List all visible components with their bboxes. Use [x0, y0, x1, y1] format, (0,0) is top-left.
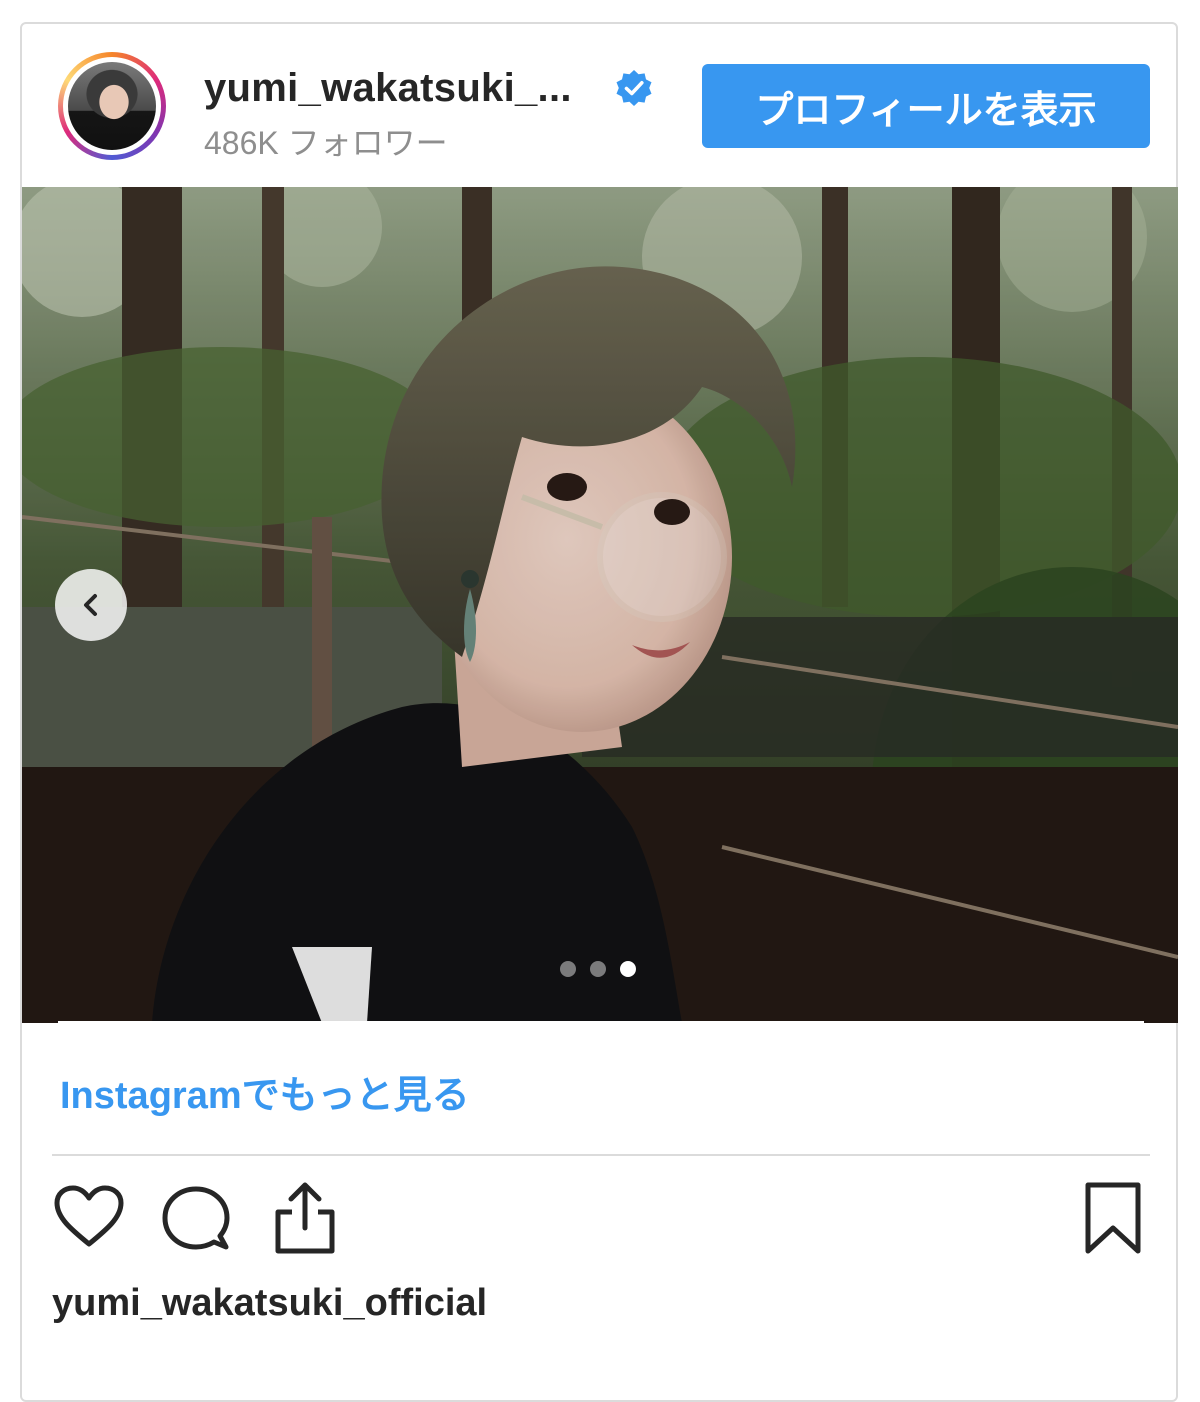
instagram-embed-card: yumi_wakatsuki_... 486K フォロワー プロフィールを表示 — [20, 22, 1178, 1402]
carousel-dot — [590, 961, 606, 977]
verified-badge-icon — [616, 70, 652, 106]
header-username[interactable]: yumi_wakatsuki_... — [204, 66, 572, 111]
carousel-dot — [560, 961, 576, 977]
post-photo[interactable] — [22, 187, 1178, 1023]
photo-forest-portrait — [22, 187, 1178, 1023]
carousel-indicator — [560, 961, 636, 977]
comment-icon[interactable] — [160, 1184, 232, 1254]
photo-divider — [58, 1021, 1144, 1024]
chevron-left-icon — [84, 594, 97, 616]
carousel-prev-button[interactable] — [55, 569, 127, 641]
view-profile-button[interactable]: プロフィールを表示 — [702, 64, 1150, 148]
carousel-dot-active — [620, 961, 636, 977]
bookmark-icon[interactable] — [1082, 1180, 1144, 1256]
avatar-image — [68, 62, 156, 150]
footer-divider — [52, 1154, 1150, 1156]
view-more-on-instagram-link[interactable]: Instagramでもっと見る — [60, 1064, 470, 1119]
heart-icon[interactable] — [52, 1184, 126, 1250]
post-author-username[interactable]: yumi_wakatsuki_official — [52, 1282, 487, 1325]
profile-avatar[interactable] — [58, 52, 166, 160]
follower-count: 486K フォロワー — [204, 125, 448, 161]
share-icon[interactable] — [272, 1180, 338, 1256]
